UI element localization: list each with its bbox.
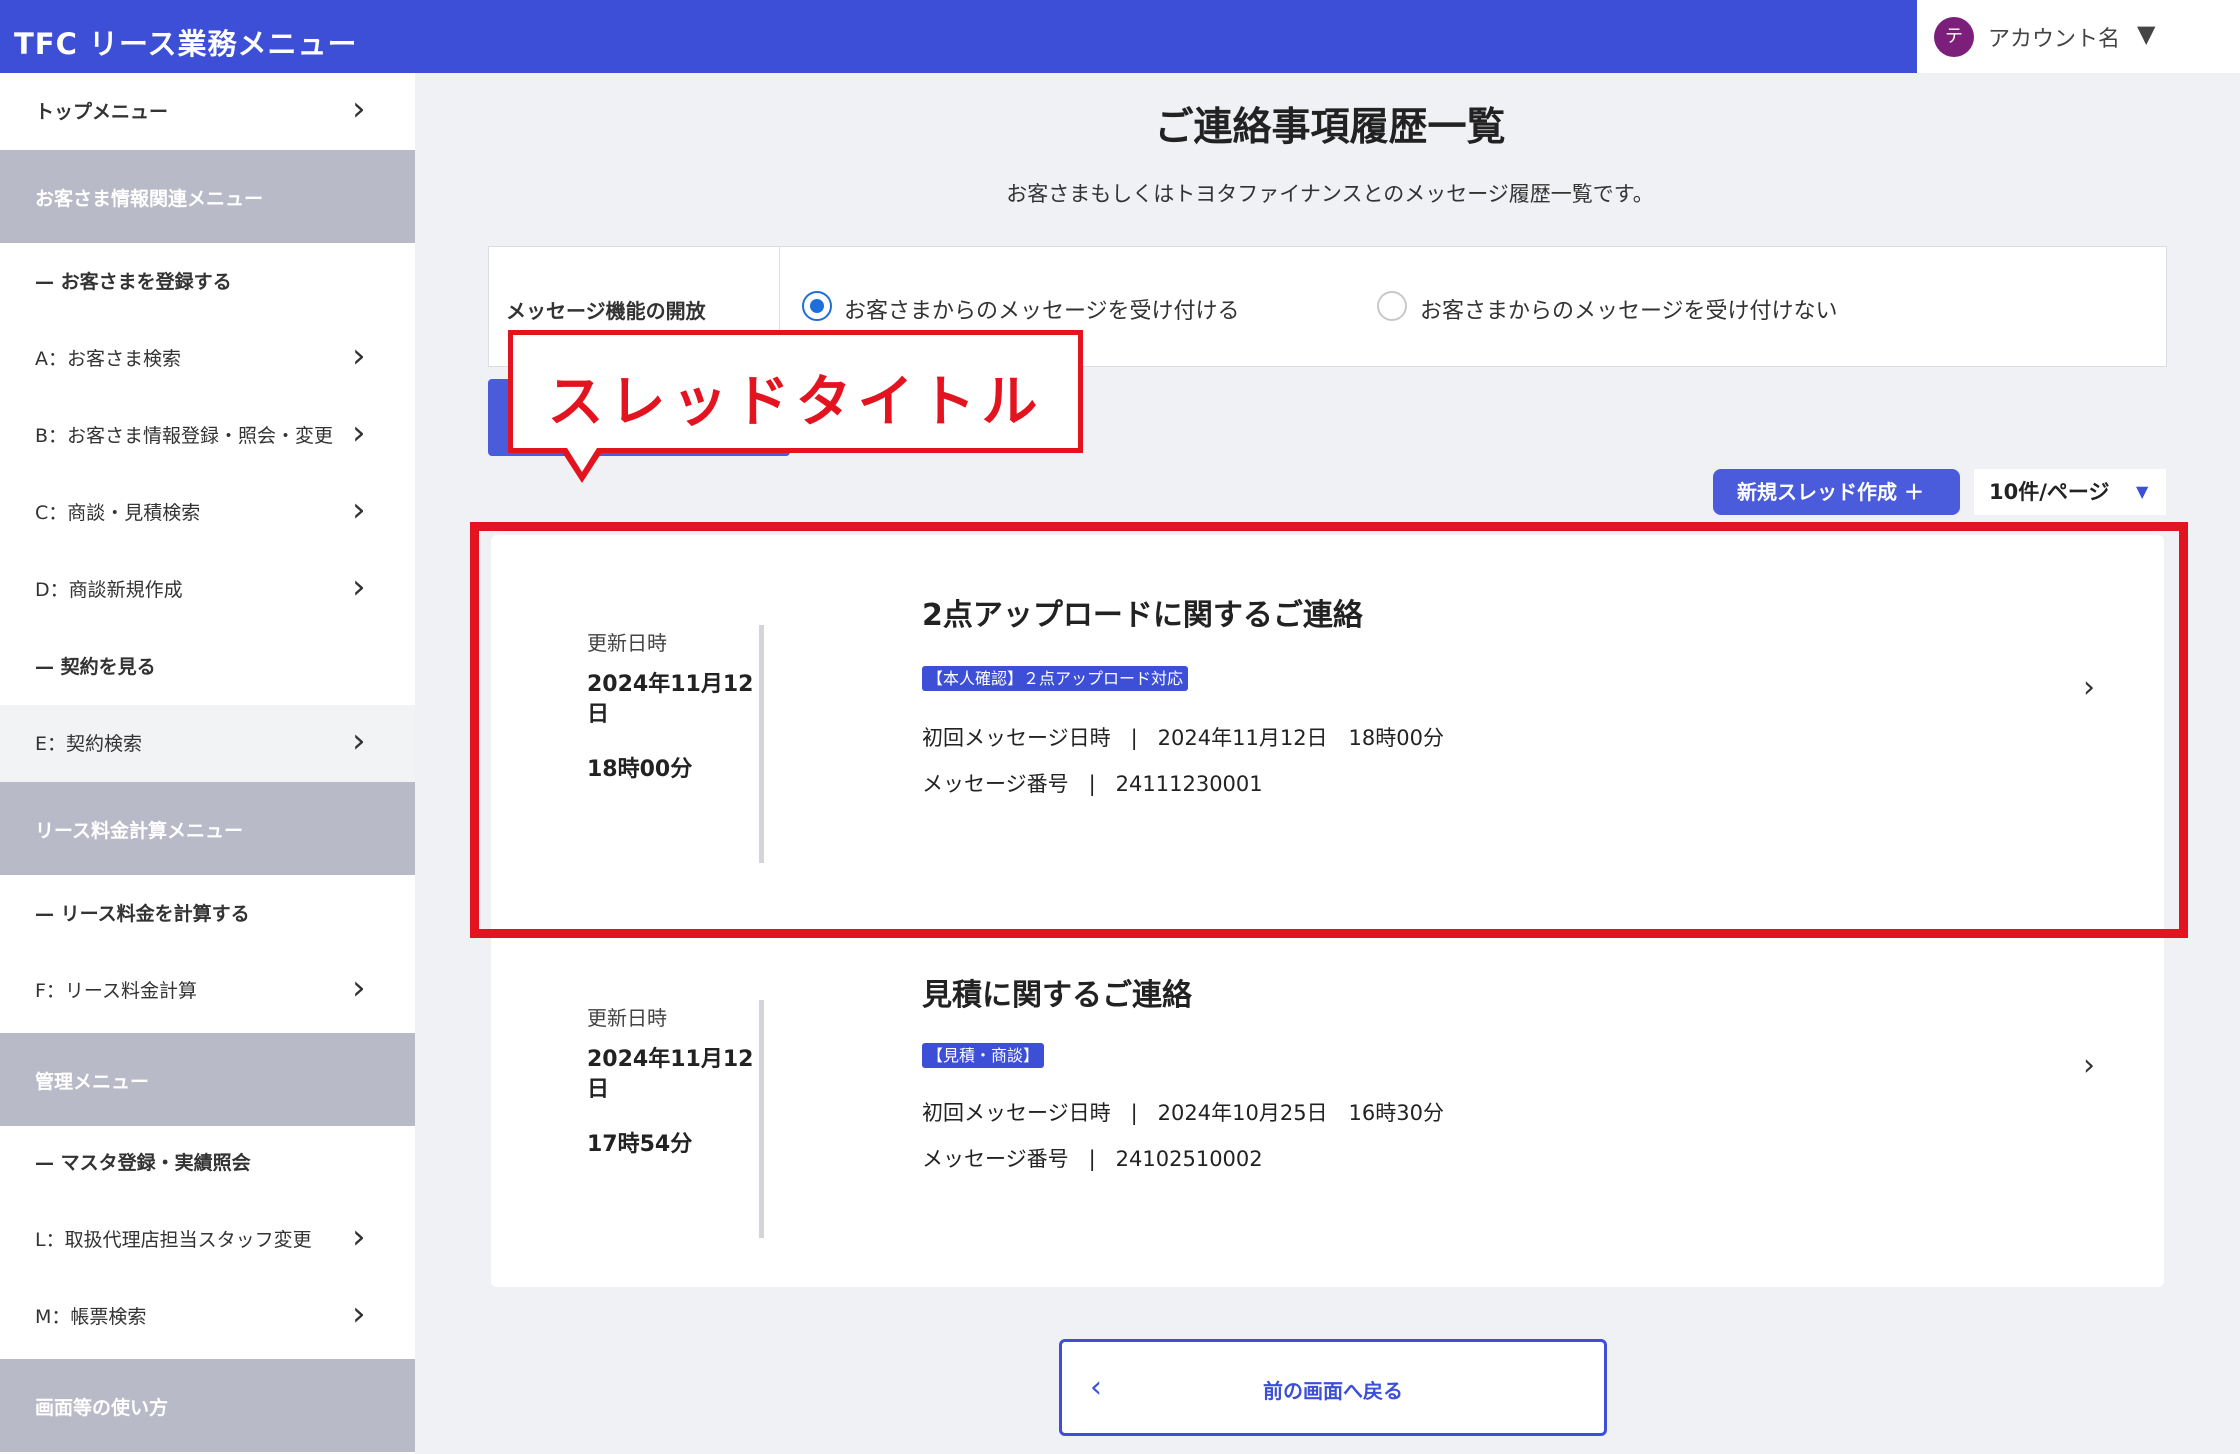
sidebar-item-label: C：商談・見積検索 <box>35 502 201 524</box>
back-button-label: 前の画面へ戻る <box>1263 1379 1403 1403</box>
sidebar-item-new-deal[interactable]: D：商談新規作成 › <box>0 551 415 628</box>
sidebar-item-label: — リース料金を計算する <box>35 903 250 925</box>
sidebar-section-admin: 管理メニュー <box>0 1033 415 1126</box>
sidebar-item-label: B：お客さま情報登録・照会・変更 <box>35 425 334 447</box>
sidebar-section-help[interactable]: 画面等の使い方 <box>0 1359 415 1452</box>
per-page-select[interactable]: 10件/ページ ▼ <box>1974 469 2166 515</box>
updated-date: 2024年11月12日 <box>587 1047 754 1102</box>
chevron-right-icon: › <box>352 413 366 453</box>
thread-card[interactable]: 更新日時 2024年11月12日 17時54分 見積に関するご連絡 【見積・商談… <box>491 920 2164 1296</box>
chevron-right-icon: › <box>352 968 366 1008</box>
updated-time: 17時54分 <box>587 1132 693 1157</box>
first-message-label: 初回メッセージ日時 <box>922 1101 1111 1125</box>
sidebar-subheading-lease-calc: — リース料金を計算する <box>0 875 415 952</box>
chevron-right-icon: › <box>352 336 366 376</box>
sidebar-item-deal-search[interactable]: C：商談・見積検索 › <box>0 474 415 551</box>
sidebar-item-label: — 契約を見る <box>35 656 156 678</box>
sidebar-item-label: A：お客さま検索 <box>35 348 181 370</box>
chevron-right-icon: › <box>352 721 366 761</box>
app-header: TFC リース業務メニュー テ アカウント名 ▼ <box>0 0 2240 73</box>
sidebar-section-label: リース料金計算メニュー <box>35 820 244 842</box>
app-title[interactable]: TFC リース業務メニュー <box>14 21 358 63</box>
annotation-callout: スレッドタイトル <box>508 330 1083 453</box>
thread-tag: 【見積・商談】 <box>922 1043 1045 1068</box>
sidebar-item-label: — お客さまを登録する <box>35 271 232 293</box>
account-menu[interactable]: テ アカウント名 ▼ <box>1917 0 2240 73</box>
chevron-right-icon: › <box>352 1294 366 1334</box>
thread-title[interactable]: 見積に関するご連絡 <box>922 970 1192 1014</box>
sidebar-subheading-contracts: — 契約を見る <box>0 628 415 705</box>
caret-down-icon[interactable]: ▼ <box>2137 20 2155 48</box>
chevron-right-icon: › <box>352 567 366 607</box>
sidebar-subheading-register-customer: — お客さまを登録する <box>0 243 415 320</box>
per-page-value: 10件/ページ <box>1989 480 2110 504</box>
setting-label: メッセージ機能の開放 <box>506 299 706 323</box>
back-button[interactable]: ‹ 前の画面へ戻る <box>1059 1339 1607 1436</box>
sidebar-section-label: 管理メニュー <box>35 1071 150 1093</box>
account-name: アカウント名 <box>1988 27 2121 52</box>
sidebar-item-label: L：取扱代理店担当スタッフ変更 <box>35 1229 312 1251</box>
sidebar-item-label: D：商談新規作成 <box>35 579 183 601</box>
sidebar-item-label: E：契約検索 <box>35 733 143 755</box>
new-thread-button[interactable]: 新規スレッド作成 ＋ <box>1713 469 1960 515</box>
radio-accept-label[interactable]: お客さまからのメッセージを受け付ける <box>844 293 1240 325</box>
sidebar-item-customer-search[interactable]: A：お客さま検索 › <box>0 320 415 397</box>
sidebar: トップメニュー › お客さま情報関連メニュー — お客さまを登録する A：お客さ… <box>0 73 415 1454</box>
sidebar-item-label: M：帳票検索 <box>35 1306 147 1328</box>
message-number-value: 24102510002 <box>1115 1147 1263 1171</box>
sidebar-subheading-master: — マスタ登録・実績照会 <box>0 1124 415 1201</box>
page-subtitle: お客さまもしくはトヨタファイナンスとのメッセージ履歴一覧です。 <box>1006 182 1654 206</box>
sidebar-item-label: F：リース料金計算 <box>35 980 197 1002</box>
radio-reject[interactable] <box>1377 291 1407 321</box>
sidebar-item-report-search[interactable]: M：帳票検索 › <box>0 1278 415 1355</box>
sidebar-item-contract-search[interactable]: E：契約検索 › <box>0 705 415 782</box>
radio-reject-label[interactable]: お客さまからのメッセージを受け付けない <box>1420 293 1838 325</box>
radio-accept[interactable] <box>802 291 832 321</box>
sidebar-item-customer-info[interactable]: B：お客さま情報登録・照会・変更 › <box>0 397 415 474</box>
sidebar-item-agency-staff[interactable]: L：取扱代理店担当スタッフ変更 › <box>0 1201 415 1278</box>
first-message-value: 2024年10月25日 16時30分 <box>1157 1101 1445 1125</box>
chevron-right-icon: › <box>352 490 366 530</box>
page-title: ご連絡事項履歴一覧 <box>1154 105 1506 150</box>
annotation-callout-tail-inner <box>567 448 597 472</box>
message-number-meta: メッセージ番号 | 24102510002 <box>922 1147 1263 1171</box>
sidebar-section-label: 画面等の使い方 <box>35 1397 169 1419</box>
updated-label: 更新日時 <box>587 1006 667 1030</box>
first-message-meta: 初回メッセージ日時 | 2024年10月25日 16時30分 <box>922 1101 1445 1125</box>
card-divider <box>759 1000 764 1238</box>
avatar: テ <box>1934 17 1974 57</box>
message-number-label: メッセージ番号 <box>922 1147 1069 1171</box>
sidebar-item-lease-calc[interactable]: F：リース料金計算 › <box>0 952 415 1029</box>
sidebar-section-lease-calc: リース料金計算メニュー <box>0 782 415 875</box>
annotation-callout-text: スレッドタイトル <box>547 370 1044 435</box>
chevron-right-icon[interactable]: › <box>2083 1048 2095 1083</box>
sidebar-item-label: — マスタ登録・実績照会 <box>35 1152 251 1174</box>
chevron-right-icon: › <box>352 1217 366 1257</box>
annotation-highlight-box <box>470 522 2188 938</box>
caret-down-icon: ▼ <box>2136 482 2149 501</box>
